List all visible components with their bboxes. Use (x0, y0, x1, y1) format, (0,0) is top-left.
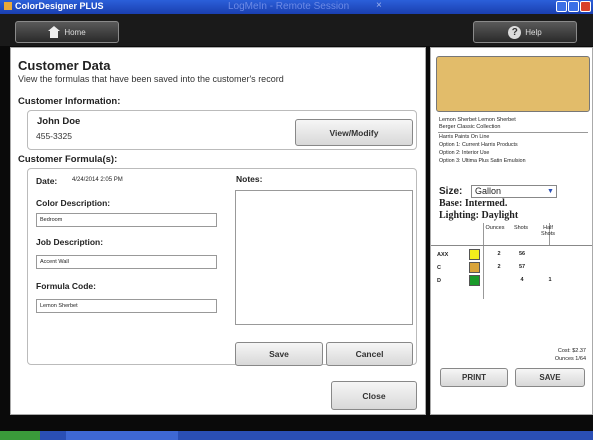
taskbar-item[interactable] (66, 431, 178, 440)
colorant-chip (469, 262, 480, 273)
formula-code-label: Formula Code: (36, 281, 96, 291)
view-modify-button[interactable]: View/Modify (295, 119, 413, 146)
table-divider (431, 245, 592, 246)
chevron-down-icon: ▼ (546, 187, 555, 196)
option-1: Option 1: Current Harris Products (439, 142, 518, 148)
close-window-icon[interactable] (580, 1, 591, 12)
column-header-shots: Shots (513, 225, 529, 231)
color-name: Lemon Sherbet Lemon Sherbet (439, 117, 516, 123)
colorant-row: AXX 2 56 (431, 249, 592, 261)
colorant-half-shots: 1 (548, 277, 552, 283)
help-button[interactable]: ? Help (473, 21, 577, 43)
window-controls (556, 1, 591, 12)
colorant-code: C (437, 265, 441, 271)
colorant-code: AXX (437, 252, 449, 258)
formula-box: Date: 4/24/2014 2:05 PM Color Descriptio… (27, 168, 417, 366)
size-select[interactable]: Gallon ▼ (471, 185, 557, 198)
colorant-shots: 57 (518, 264, 526, 270)
option-2: Option 2: Interior Use (439, 150, 490, 156)
column-divider (483, 223, 484, 299)
size-label: Size: (439, 186, 463, 197)
customer-formulas-heading: Customer Formula(s): (18, 154, 118, 165)
customer-info-heading: Customer Information: (18, 96, 121, 107)
home-label: Home (64, 27, 86, 37)
job-description-label: Job Description: (36, 237, 104, 247)
customer-name: John Doe (37, 116, 81, 127)
notes-textarea[interactable] (235, 190, 413, 325)
divider (438, 132, 588, 133)
colorant-ounces: 2 (497, 251, 501, 257)
color-collection: Berger Classic Collection (439, 124, 501, 130)
help-icon: ? (508, 25, 522, 39)
column-header-ounces: Ounces (485, 225, 505, 231)
date-value: 4/24/2014 2:05 PM (72, 177, 123, 183)
customer-data-panel: Customer Data View the formulas that hav… (10, 47, 426, 415)
home-icon (48, 26, 61, 38)
product-line: Harris Paints On Line (439, 134, 490, 140)
start-button[interactable] (0, 431, 40, 440)
customer-phone: 455-3325 (36, 131, 72, 141)
page-subtitle: View the formulas that have been saved i… (18, 74, 284, 84)
remote-session-title: LogMeIn - Remote Session (228, 1, 350, 12)
size-value: Gallon (475, 186, 502, 196)
colorant-row: D 4 1 (431, 275, 592, 287)
color-swatch (436, 56, 590, 112)
save-button[interactable]: Save (235, 342, 323, 366)
colorant-code: D (437, 278, 441, 284)
date-label: Date: (36, 176, 58, 186)
job-description-field[interactable]: Accent Wall (36, 255, 217, 269)
notes-label: Notes: (236, 174, 263, 184)
color-detail-panel: Lemon Sherbet Lemon Sherbet Berger Class… (430, 47, 593, 415)
base-text: Base: Intermed. (439, 198, 508, 209)
close-button[interactable]: Close (331, 381, 417, 410)
ounces-total-text: Ounces 1/64 (554, 356, 586, 362)
colorant-row: C 2 57 (431, 262, 592, 274)
color-description-field[interactable]: Bedroom (36, 213, 217, 227)
remote-close-icon[interactable]: × (376, 0, 382, 12)
colorant-ounces: 2 (497, 264, 501, 270)
window-titlebar: ColorDesigner PLUS LogMeIn - Remote Sess… (0, 0, 593, 14)
color-description-label: Color Description: (36, 198, 111, 208)
print-button[interactable]: PRINT (440, 368, 508, 387)
column-header-half-shots: Half Shots (540, 225, 556, 237)
option-3: Option 3: Ultima Plus Satin Emulsion (439, 158, 526, 164)
top-toolbar: Home ? Help (0, 14, 593, 46)
maximize-icon[interactable] (568, 1, 579, 12)
side-save-button[interactable]: SAVE (515, 368, 585, 387)
cancel-button[interactable]: Cancel (326, 342, 413, 366)
colorant-chip (469, 275, 480, 286)
customer-info-box: John Doe 455-3325 View/Modify (27, 110, 417, 150)
os-taskbar (0, 431, 593, 440)
minimize-icon[interactable] (556, 1, 567, 12)
colorant-chip (469, 249, 480, 260)
colorant-shots: 56 (518, 251, 526, 257)
help-label: Help (525, 27, 542, 37)
cost-text: Cost: $2.37 (557, 348, 586, 354)
page-title: Customer Data (18, 58, 111, 73)
lighting-text: Lighting: Daylight (439, 210, 519, 221)
formula-code-field[interactable]: Lemon Sherbet (36, 299, 217, 313)
app-title: ColorDesigner PLUS (4, 0, 104, 12)
colorant-shots: 4 (520, 277, 524, 283)
home-button[interactable]: Home (15, 21, 119, 43)
